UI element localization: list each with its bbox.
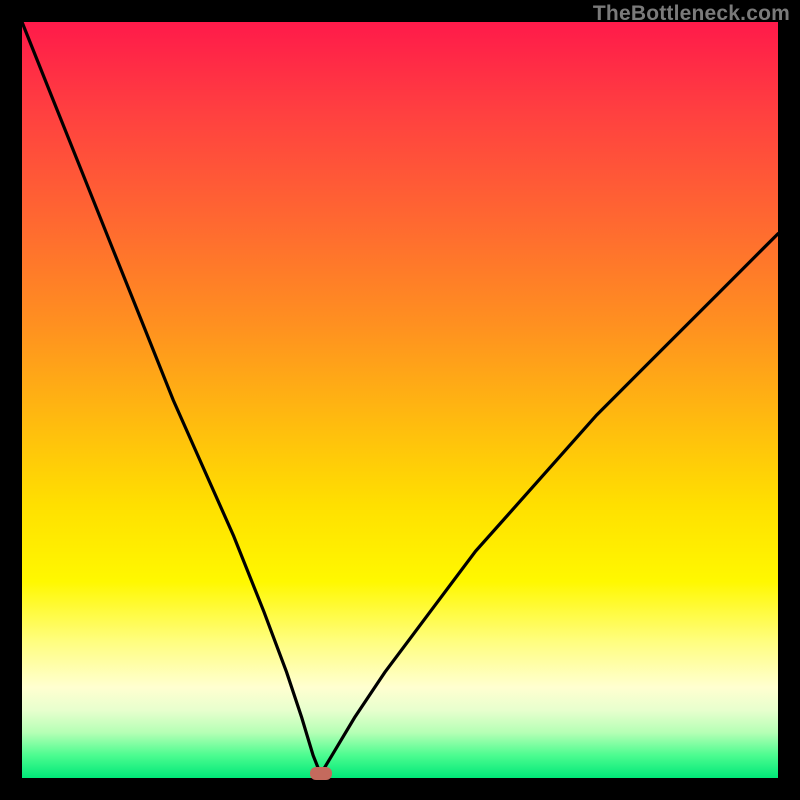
- optimal-marker: [310, 767, 332, 780]
- chart-area: [22, 22, 778, 778]
- bottleneck-curve: [22, 22, 778, 778]
- attribution-text: TheBottleneck.com: [593, 2, 790, 26]
